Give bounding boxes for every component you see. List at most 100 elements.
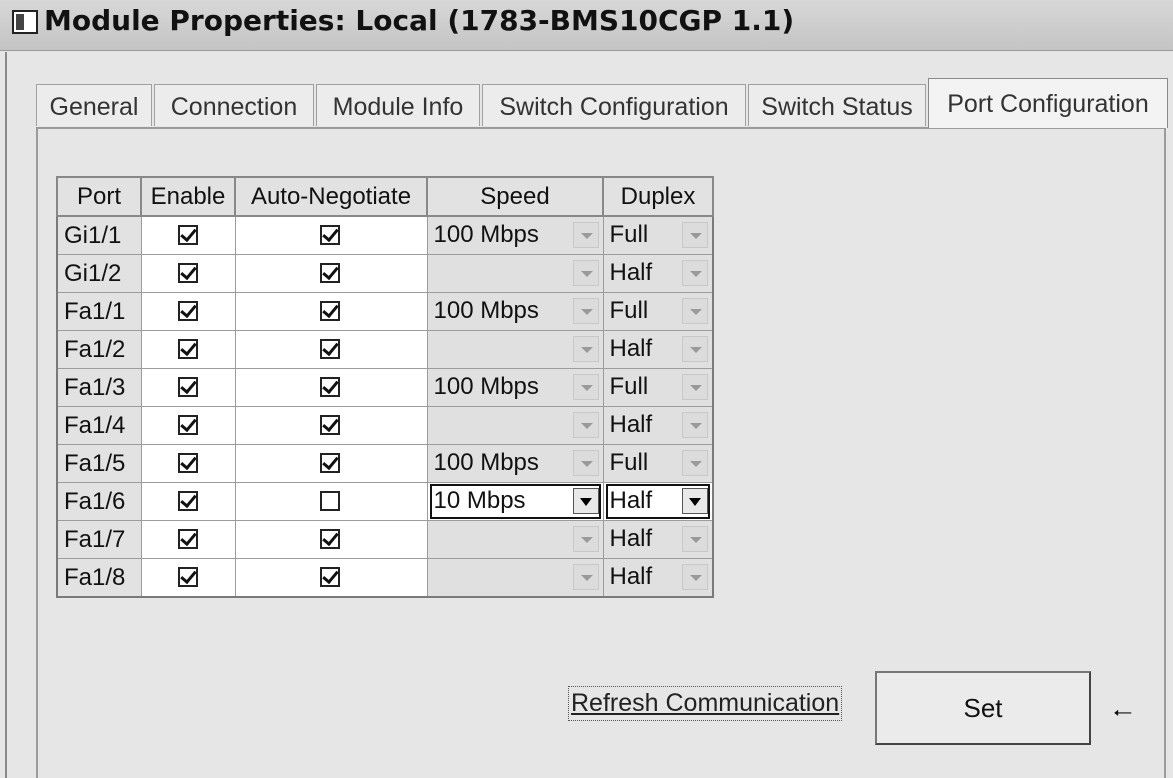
duplex-select[interactable]: Full — [604, 217, 713, 254]
tab-module-info[interactable]: Module Info — [316, 84, 480, 126]
auto-negotiate-checkbox[interactable] — [319, 263, 340, 283]
tab-connection[interactable]: Connection — [154, 84, 314, 126]
chevron-down-icon[interactable] — [682, 260, 708, 286]
enable-cell — [140, 444, 236, 483]
set-button[interactable]: Set — [875, 671, 1091, 745]
duplex-select[interactable]: Half — [604, 255, 713, 292]
speed-cell: 100 Mbps — [426, 215, 604, 255]
enable-cell — [140, 292, 236, 331]
enable-cell — [140, 368, 236, 407]
speed-cell: 100 Mbps — [426, 444, 604, 483]
auto-negotiate-checkbox[interactable] — [319, 301, 340, 321]
duplex-value: Half — [609, 563, 653, 590]
auto-negotiate-checkbox[interactable] — [319, 491, 340, 511]
chevron-down-icon[interactable] — [682, 488, 708, 514]
table-row: Fa1/1 100 Mbps Full — [56, 292, 714, 331]
table-row: Fa1/6 10 Mbps Half — [56, 482, 714, 521]
auto-negotiate-checkbox[interactable] — [319, 415, 340, 435]
enable-checkbox[interactable] — [177, 339, 198, 359]
speed-select[interactable] — [428, 255, 603, 292]
duplex-select[interactable]: Full — [604, 369, 713, 406]
tab-label: Switch Status — [761, 93, 913, 121]
enable-checkbox[interactable] — [177, 301, 198, 321]
auto-negotiate-cell — [234, 558, 428, 598]
speed-cell — [426, 520, 604, 559]
duplex-select[interactable]: Half — [604, 407, 713, 444]
speed-cell: 100 Mbps — [426, 292, 604, 331]
enable-cell — [140, 558, 236, 598]
chevron-down-icon[interactable] — [682, 564, 708, 590]
chevron-down-icon[interactable] — [572, 412, 599, 438]
duplex-value: Half — [609, 487, 653, 514]
table-row: Fa1/4 Half — [56, 406, 714, 445]
chevron-down-icon[interactable] — [572, 564, 599, 590]
enable-checkbox[interactable] — [177, 263, 198, 283]
port-name: Gi1/2 — [56, 254, 142, 293]
duplex-select[interactable]: Full — [604, 445, 713, 482]
tab-label: Switch Configuration — [499, 93, 729, 121]
chevron-down-icon[interactable] — [572, 260, 599, 286]
chevron-down-icon[interactable] — [682, 222, 708, 248]
speed-select[interactable]: 100 Mbps — [428, 369, 603, 406]
tab-general[interactable]: General — [36, 84, 152, 126]
auto-negotiate-checkbox[interactable] — [319, 339, 340, 359]
refresh-communication-link[interactable]: Refresh Communication — [568, 686, 843, 721]
duplex-value: Full — [609, 297, 649, 324]
tab-label: General — [49, 93, 139, 121]
column-header-auto-negotiate: Auto-Negotiate — [234, 176, 428, 217]
port-name: Fa1/3 — [56, 368, 142, 407]
tab-switch-status[interactable]: Switch Status — [748, 84, 926, 126]
duplex-select[interactable]: Half — [604, 559, 713, 596]
enable-checkbox[interactable] — [177, 529, 198, 549]
auto-negotiate-cell — [234, 482, 428, 521]
table-row: Gi1/1 100 Mbps Full — [56, 215, 714, 255]
enable-cell — [140, 520, 236, 559]
chevron-down-icon[interactable] — [682, 412, 708, 438]
chevron-down-icon[interactable] — [572, 298, 599, 324]
speed-select[interactable]: 100 Mbps — [428, 293, 603, 330]
duplex-select[interactable]: Half — [604, 331, 713, 368]
auto-negotiate-checkbox[interactable] — [319, 225, 340, 245]
speed-select[interactable]: 100 Mbps — [428, 217, 603, 254]
speed-select[interactable] — [428, 407, 603, 444]
chevron-down-icon[interactable] — [682, 450, 708, 476]
auto-negotiate-cell — [234, 330, 428, 369]
auto-negotiate-checkbox[interactable] — [319, 529, 340, 549]
enable-checkbox[interactable] — [177, 453, 198, 473]
chevron-down-icon[interactable] — [572, 488, 599, 514]
chevron-down-icon[interactable] — [682, 526, 708, 552]
chevron-down-icon[interactable] — [572, 336, 599, 362]
chevron-down-icon[interactable] — [682, 374, 708, 400]
chevron-down-icon[interactable] — [572, 450, 599, 476]
enable-checkbox[interactable] — [177, 491, 198, 511]
auto-negotiate-cell — [234, 444, 428, 483]
auto-negotiate-cell — [234, 368, 428, 407]
chevron-down-icon[interactable] — [572, 222, 599, 248]
speed-select[interactable]: 100 Mbps — [428, 445, 603, 482]
chevron-down-icon[interactable] — [682, 298, 708, 324]
auto-negotiate-cell — [234, 215, 428, 255]
chevron-down-icon[interactable] — [572, 374, 599, 400]
tab-switch-configuration[interactable]: Switch Configuration — [482, 84, 746, 126]
speed-select[interactable] — [428, 521, 603, 558]
chevron-down-icon[interactable] — [572, 526, 599, 552]
tab-port-configuration[interactable]: Port Configuration — [928, 78, 1168, 128]
auto-negotiate-checkbox[interactable] — [319, 453, 340, 473]
speed-select[interactable] — [428, 559, 603, 596]
speed-cell — [426, 406, 604, 445]
duplex-select[interactable]: Half — [603, 483, 712, 520]
speed-select[interactable] — [428, 331, 603, 368]
enable-checkbox[interactable] — [177, 377, 198, 397]
enable-checkbox[interactable] — [177, 567, 198, 587]
auto-negotiate-checkbox[interactable] — [319, 377, 340, 397]
duplex-cell: Half — [602, 330, 714, 369]
auto-negotiate-checkbox[interactable] — [319, 567, 340, 587]
title-bar[interactable]: Module Properties: Local (1783-BMS10CGP … — [0, 0, 1173, 51]
enable-checkbox[interactable] — [177, 415, 198, 435]
chevron-down-icon[interactable] — [682, 336, 708, 362]
duplex-select[interactable]: Full — [604, 293, 713, 330]
enable-checkbox[interactable] — [177, 225, 198, 245]
duplex-select[interactable]: Half — [604, 521, 713, 558]
enable-cell — [140, 215, 236, 255]
speed-select[interactable]: 10 Mbps — [427, 483, 603, 520]
